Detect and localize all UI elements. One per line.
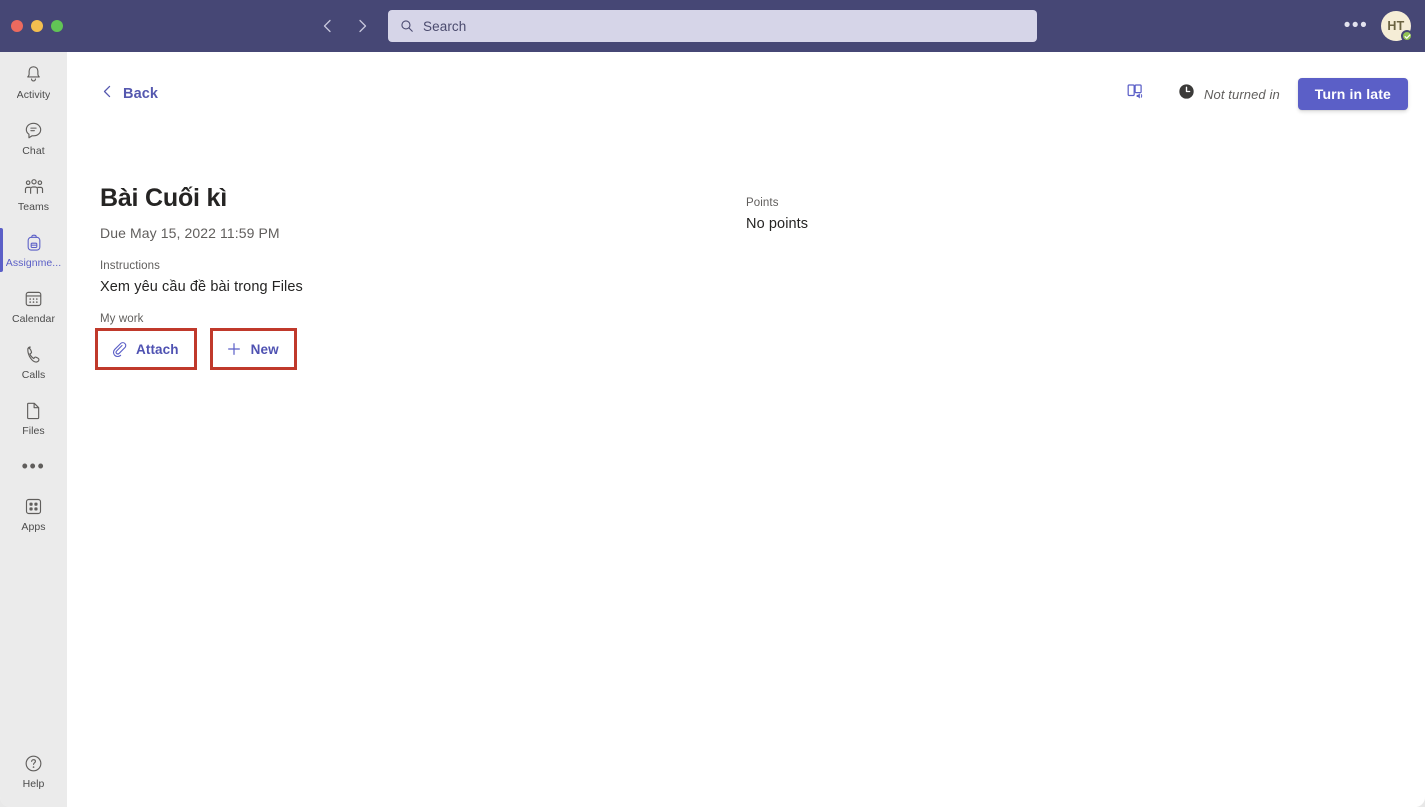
instructions-label: Instructions — [100, 260, 161, 272]
paperclip-icon — [111, 341, 127, 357]
new-button-label: New — [250, 341, 279, 357]
due-date: Due May 15, 2022 11:59 PM — [100, 225, 280, 241]
teams-icon — [23, 175, 45, 198]
sidebar-item-label: Calls — [21, 369, 46, 381]
sidebar-item-label: Assignme... — [5, 257, 62, 269]
search-text: Search — [423, 18, 467, 34]
points-section: Points No points — [746, 197, 808, 232]
search-icon — [400, 19, 414, 33]
apps-grid-icon — [23, 495, 44, 518]
points-value: No points — [746, 216, 809, 232]
teams-window: Search ••• HT Activity Chat Teams Assign… — [0, 0, 1425, 807]
bell-icon — [23, 63, 44, 86]
sidebar-item-calls[interactable]: Calls — [0, 334, 67, 390]
plus-icon — [226, 341, 242, 357]
calendar-icon — [23, 287, 44, 310]
app-rail: Activity Chat Teams Assignme... Calendar… — [0, 52, 67, 807]
chat-icon — [23, 119, 44, 142]
nav-forward-button[interactable] — [348, 12, 376, 40]
title-bar: Search ••• HT — [0, 0, 1425, 52]
sidebar-item-apps[interactable]: Apps — [0, 486, 67, 542]
instructions-value: Xem yêu cầu đề bài trong Files — [100, 279, 303, 295]
sidebar-item-teams[interactable]: Teams — [0, 166, 67, 222]
new-annotation-box: New — [209, 328, 297, 370]
sidebar-item-label: Calendar — [11, 313, 55, 325]
phone-icon — [23, 343, 44, 366]
sidebar-item-label: Activity — [16, 89, 51, 101]
turn-in-late-button[interactable]: Turn in late — [1297, 78, 1408, 110]
status-badge: Not turned in — [1178, 83, 1280, 105]
chevron-left-icon — [100, 84, 115, 104]
close-window-button[interactable] — [11, 20, 23, 32]
minimize-window-button[interactable] — [31, 20, 43, 32]
sidebar-item-label: Chat — [22, 145, 45, 157]
sidebar-item-label: Help — [22, 778, 45, 790]
avatar[interactable]: HT — [1381, 11, 1413, 42]
sidebar-item-calendar[interactable]: Calendar — [0, 278, 67, 334]
settings-more-button[interactable]: ••• — [1343, 14, 1369, 38]
sidebar-bottom-group: Help — [0, 743, 67, 799]
back-button-label: Back — [123, 86, 159, 102]
sidebar-item-files[interactable]: Files — [0, 390, 67, 446]
search-input[interactable]: Search — [388, 10, 1037, 42]
immersive-reader-icon — [1126, 82, 1145, 106]
backpack-icon — [24, 231, 44, 254]
presence-available-icon — [1401, 30, 1413, 42]
page-title: Bài Cuối kì — [100, 184, 227, 212]
assignment-header-actions: Not turned in Turn in late — [1119, 78, 1408, 110]
immersive-reader-button[interactable] — [1119, 78, 1151, 110]
nav-back-button[interactable] — [314, 12, 342, 40]
sidebar-item-label: Apps — [21, 521, 46, 533]
sidebar-item-activity[interactable]: Activity — [0, 54, 67, 110]
instructions-section: Instructions Xem yêu cầu đề bài trong Fi… — [100, 260, 303, 295]
new-button[interactable]: New — [215, 334, 291, 364]
attach-button-label: Attach — [136, 341, 179, 357]
status-label: Not turned in — [1204, 86, 1280, 102]
points-label: Points — [746, 197, 779, 209]
sidebar-item-chat[interactable]: Chat — [0, 110, 67, 166]
assignment-detail-page: Back Not turned in Turn in late Bài Cuối… — [67, 52, 1425, 807]
back-button[interactable]: Back — [100, 84, 158, 104]
attach-button[interactable]: Attach — [101, 334, 191, 364]
my-work-label: My work — [100, 313, 144, 325]
help-circle-icon — [23, 752, 44, 775]
sidebar-item-label: Files — [22, 425, 45, 437]
navigation-arrows — [314, 12, 376, 40]
attach-annotation-box: Attach — [95, 328, 197, 370]
sidebar-more-button[interactable]: ••• — [0, 446, 67, 486]
sidebar-item-assignments[interactable]: Assignme... — [0, 222, 67, 278]
sidebar-item-label: Teams — [17, 201, 50, 213]
file-icon — [23, 399, 44, 422]
my-work-actions: Attach New — [95, 328, 297, 370]
maximize-window-button[interactable] — [51, 20, 63, 32]
clock-icon — [1178, 83, 1195, 105]
window-controls — [11, 20, 91, 32]
sidebar-item-help[interactable]: Help — [0, 743, 67, 799]
